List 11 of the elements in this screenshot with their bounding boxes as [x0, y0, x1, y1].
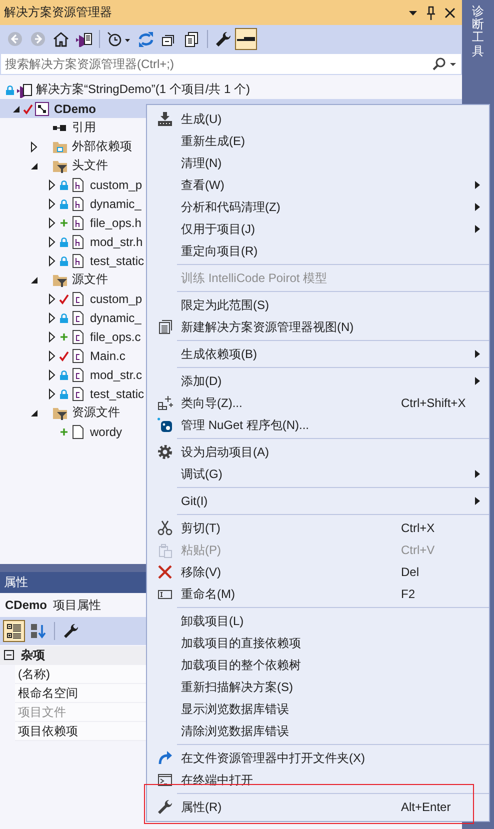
- shortcut-text: Del: [401, 565, 420, 579]
- panel-title: 属性: [4, 574, 28, 591]
- object-type: 项目属性: [53, 596, 102, 614]
- category-label: 杂项: [21, 646, 45, 664]
- object-name: CDemo: [5, 598, 48, 612]
- shortcut-text: Ctrl+X: [401, 521, 436, 535]
- shortcut-text: Ctrl+Shift+X: [401, 396, 467, 410]
- shortcut-text: F2: [401, 587, 416, 601]
- shortcut-text: Alt+Enter: [401, 800, 452, 814]
- shortcut-text: Ctrl+V: [401, 543, 436, 557]
- window-title: 解决方案资源管理器: [4, 4, 113, 21]
